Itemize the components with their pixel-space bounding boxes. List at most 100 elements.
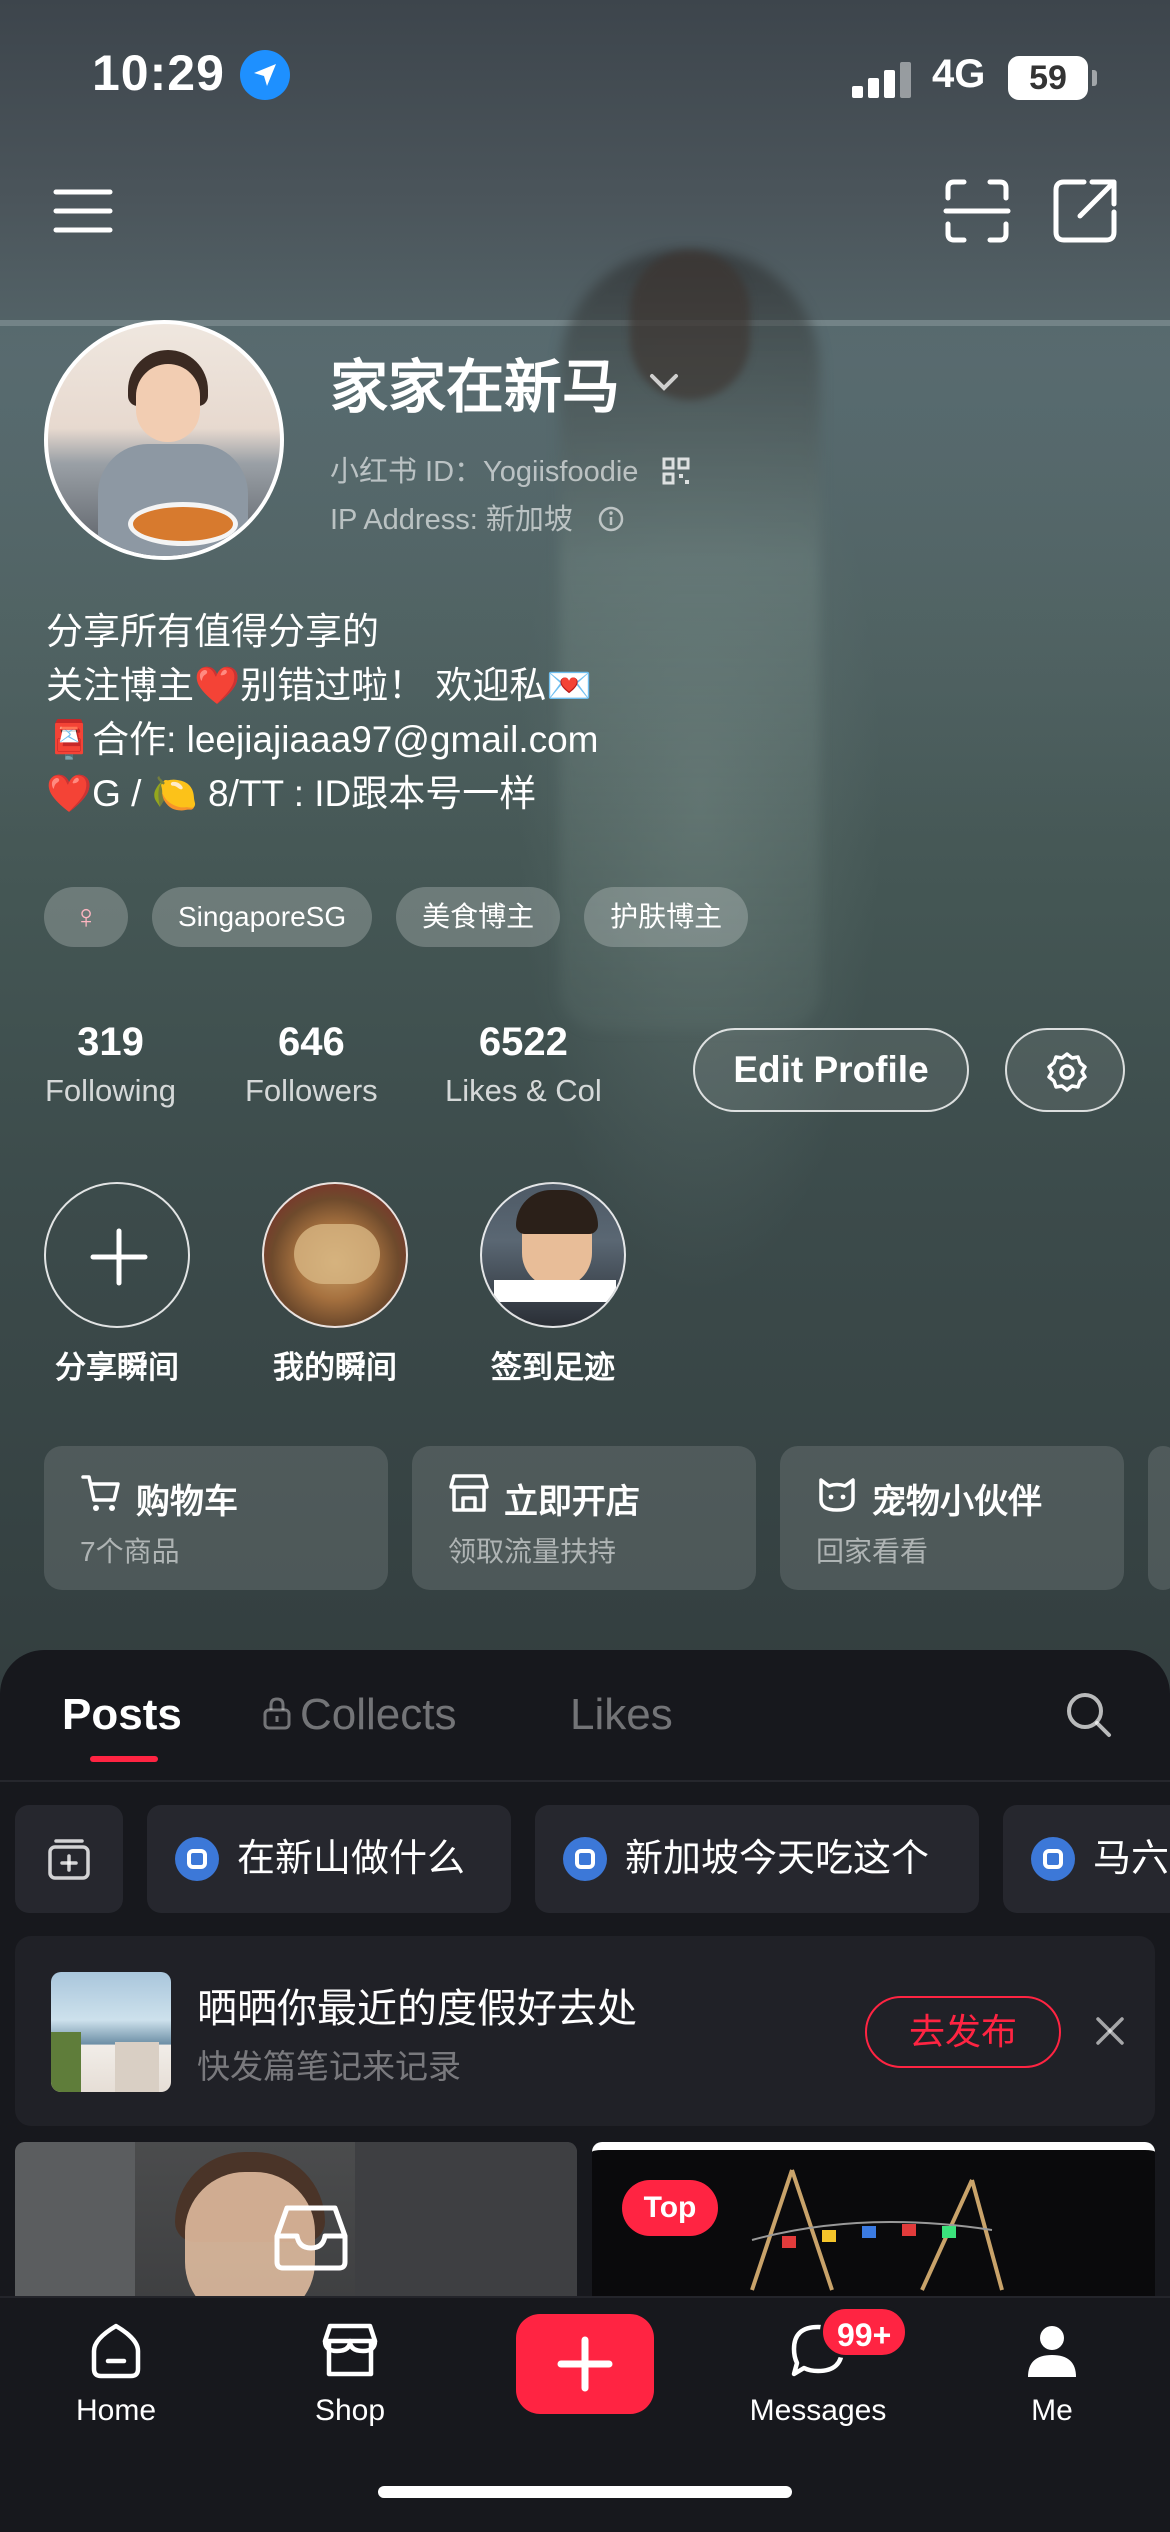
profile-id: 小红书 ID：Yogiisfoodie bbox=[330, 448, 690, 490]
avatar[interactable] bbox=[44, 320, 284, 560]
plus-icon bbox=[557, 2336, 613, 2392]
moment-thumbnail bbox=[480, 1182, 626, 1328]
stat-value: 319 bbox=[77, 1020, 144, 1064]
menu-icon[interactable] bbox=[48, 176, 118, 246]
card-more[interactable] bbox=[1148, 1446, 1170, 1590]
moment-mine[interactable]: 我的瞬间 bbox=[262, 1182, 408, 1387]
cart-icon bbox=[81, 1475, 120, 1511]
content-tabs: Posts Collects Likes bbox=[0, 1650, 1170, 1782]
store-icon bbox=[449, 1474, 489, 1512]
scan-icon[interactable] bbox=[942, 176, 1012, 246]
ip-address-text: IP Address: 新加坡 bbox=[330, 504, 573, 536]
tab-likes[interactable]: Likes bbox=[570, 1690, 673, 1740]
stat-following[interactable]: 319 Following bbox=[45, 1020, 176, 1109]
close-icon[interactable] bbox=[1090, 2011, 1130, 2056]
category-tag: 美食博主 bbox=[396, 887, 561, 947]
bio-line: 分享所有值得分享的 bbox=[46, 611, 379, 652]
location-arrow-icon bbox=[240, 50, 290, 100]
card-subtitle: 7个商品 bbox=[80, 1536, 180, 1567]
category-tag: 护肤博主 bbox=[584, 887, 749, 947]
collection-chip[interactable]: 新加坡今天吃这个 bbox=[535, 1805, 979, 1913]
cellular-signal-icon bbox=[852, 58, 912, 98]
tab-label: Home bbox=[75, 2394, 157, 2427]
collection-label: 马六 bbox=[1093, 1838, 1170, 1880]
bio-line: ❤️G / 🍋 8/TT : ID跟本号一样 bbox=[46, 773, 537, 814]
messages-badge: 99+ bbox=[820, 2306, 909, 2358]
status-time: 10:29 bbox=[92, 45, 225, 101]
stat-label: Followers bbox=[245, 1073, 378, 1108]
info-icon[interactable] bbox=[597, 505, 625, 533]
collection-chip[interactable]: 马六 bbox=[1003, 1805, 1170, 1913]
bio-line: 📮合作: leejiajiaaa97@gmail.com bbox=[46, 719, 599, 760]
collection-label: 新加坡今天吃这个 bbox=[625, 1838, 930, 1880]
ip-address: IP Address: 新加坡 bbox=[330, 496, 625, 538]
card-title: 立即开店 bbox=[504, 1483, 640, 1521]
card-subtitle: 领取流量扶持 bbox=[448, 1536, 617, 1567]
card-pet[interactable]: 宠物小伙伴 回家看看 bbox=[780, 1446, 1124, 1590]
search-icon[interactable] bbox=[1064, 1690, 1114, 1745]
moment-label: 分享瞬间 bbox=[55, 1350, 179, 1385]
location-tag: SingaporeSG bbox=[152, 887, 373, 947]
collections-row: 在新山做什么 新加坡今天吃这个 马六 bbox=[0, 1805, 1170, 1915]
gear-icon bbox=[1047, 1052, 1087, 1092]
tab-home[interactable]: Home bbox=[36, 2316, 196, 2428]
edit-profile-button[interactable]: Edit Profile bbox=[693, 1028, 969, 1112]
inbox-icon bbox=[273, 2202, 349, 2277]
create-post-button[interactable] bbox=[516, 2314, 654, 2414]
moment-label: 我的瞬间 bbox=[273, 1350, 397, 1385]
publish-button[interactable]: 去发布 bbox=[865, 1996, 1061, 2068]
profile-cover-background bbox=[0, 0, 1170, 1700]
chevron-down-icon[interactable] bbox=[646, 370, 682, 399]
stat-likes-collects[interactable]: 6522 Likes & Col bbox=[445, 1020, 602, 1109]
qrcode-icon[interactable] bbox=[662, 457, 690, 485]
tab-collects-label: Collects bbox=[300, 1690, 457, 1739]
profile-id-text: 小红书 ID：Yogiisfoodie bbox=[330, 456, 639, 488]
profile-name: 家家在新马 bbox=[330, 355, 621, 420]
add-moment-icon bbox=[44, 1182, 190, 1328]
home-icon bbox=[36, 2316, 196, 2386]
stat-value: 6522 bbox=[478, 1020, 568, 1064]
tab-shop[interactable]: Shop bbox=[270, 2316, 430, 2428]
cat-icon bbox=[819, 1478, 855, 1512]
add-folder-icon bbox=[48, 1839, 90, 1880]
network-type: 4G bbox=[932, 52, 986, 96]
banner-title: 晒晒你最近的度假好去处 bbox=[197, 1987, 637, 2031]
banner-thumbnail bbox=[51, 1972, 171, 2092]
tab-label: Shop bbox=[314, 2394, 386, 2427]
moment-label: 签到足迹 bbox=[491, 1350, 615, 1385]
collection-icon bbox=[563, 1837, 607, 1881]
collection-icon bbox=[1031, 1837, 1075, 1881]
stat-label: Likes & Col bbox=[445, 1073, 602, 1108]
tab-active-indicator bbox=[90, 1756, 158, 1762]
person-icon bbox=[972, 2316, 1132, 2386]
battery-icon: 59 bbox=[1008, 56, 1097, 100]
profile-tags: ♀ SingaporeSG 美食博主 护肤博主 bbox=[44, 887, 749, 947]
profile-bio: 分享所有值得分享的 关注博主❤️别错过啦！ 欢迎私💌 📮合作: leejiaji… bbox=[46, 605, 599, 821]
home-indicator bbox=[378, 2486, 792, 2498]
stat-label: Following bbox=[45, 1073, 176, 1108]
card-title: 宠物小伙伴 bbox=[872, 1483, 1042, 1521]
banner-subtitle: 快发篇笔记来记录 bbox=[197, 2048, 461, 2085]
bio-line: 关注博主❤️别错过啦！ 欢迎私💌 bbox=[46, 665, 593, 706]
share-icon[interactable] bbox=[1050, 176, 1120, 246]
card-open-shop[interactable]: 立即开店 领取流量扶持 bbox=[412, 1446, 756, 1590]
add-collection-button[interactable] bbox=[15, 1805, 123, 1913]
stat-followers[interactable]: 646 Followers bbox=[245, 1020, 378, 1109]
card-subtitle: 回家看看 bbox=[816, 1536, 929, 1567]
tab-posts[interactable]: Posts bbox=[62, 1690, 182, 1740]
moment-checkin[interactable]: 签到足迹 bbox=[480, 1182, 626, 1387]
tab-me[interactable]: Me bbox=[972, 2316, 1132, 2428]
post-prompt-banner: 晒晒你最近的度假好去处 快发篇笔记来记录 去发布 bbox=[15, 1936, 1155, 2126]
stat-value: 646 bbox=[277, 1020, 345, 1064]
gender-tag: ♀ bbox=[44, 887, 128, 947]
collection-chip[interactable]: 在新山做什么 bbox=[147, 1805, 511, 1913]
tab-label: Me bbox=[1031, 2394, 1073, 2427]
lock-icon bbox=[263, 1697, 291, 1730]
collection-icon bbox=[175, 1837, 219, 1881]
settings-button[interactable] bbox=[1005, 1028, 1125, 1112]
tab-label: Messages bbox=[749, 2394, 887, 2427]
card-shopping-cart[interactable]: 购物车 7个商品 bbox=[44, 1446, 388, 1590]
tab-collects[interactable]: Collects bbox=[262, 1690, 457, 1740]
moment-share[interactable]: 分享瞬间 bbox=[44, 1182, 190, 1387]
card-title: 购物车 bbox=[136, 1483, 238, 1521]
